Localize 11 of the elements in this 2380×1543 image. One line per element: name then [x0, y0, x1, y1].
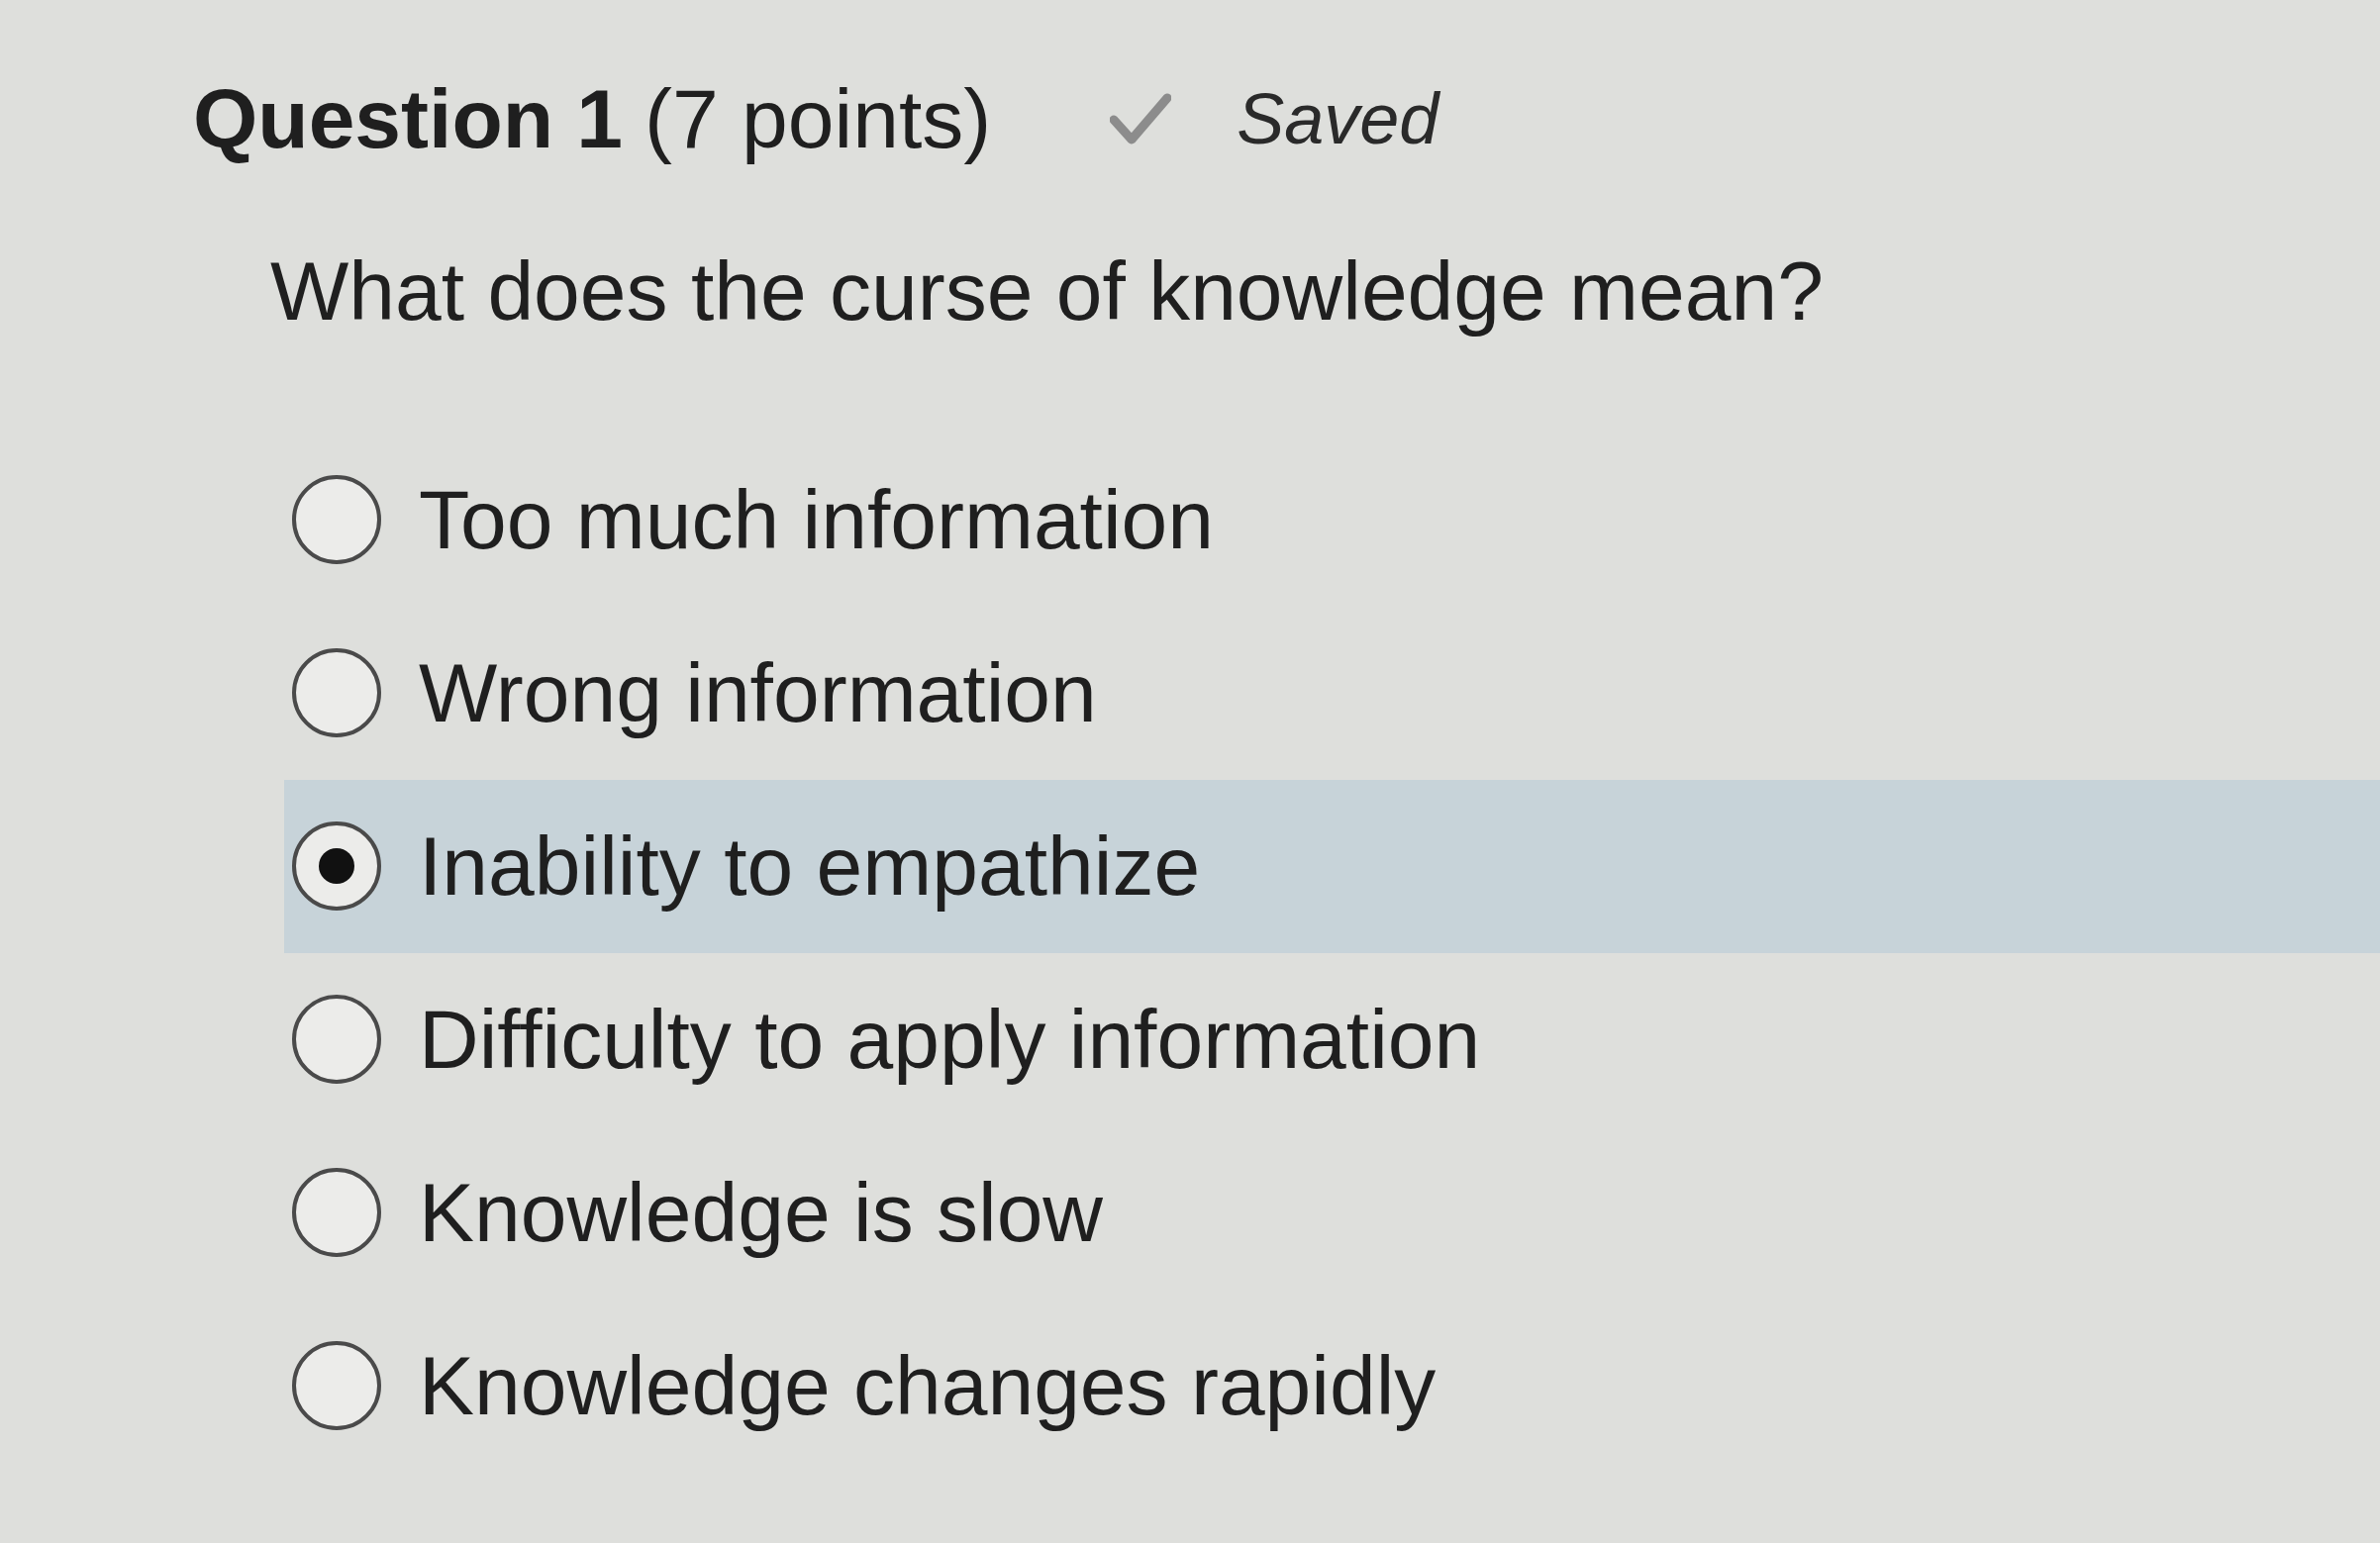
question-title: Question 1	[193, 71, 624, 167]
question-text: What does the curse of knowledge mean?	[270, 242, 1825, 339]
saved-status: Saved	[1237, 78, 1439, 161]
option-label: Too much information	[419, 471, 1215, 568]
option-label: Difficulty to apply information	[419, 991, 1481, 1088]
check-icon	[1110, 92, 1172, 146]
option-label: Knowledge changes rapidly	[419, 1337, 1437, 1434]
option-label: Wrong information	[419, 644, 1097, 741]
option-label: Inability to empathize	[419, 818, 1201, 915]
option-label: Knowledge is slow	[419, 1164, 1104, 1261]
points-label: (7 points)	[645, 71, 992, 167]
